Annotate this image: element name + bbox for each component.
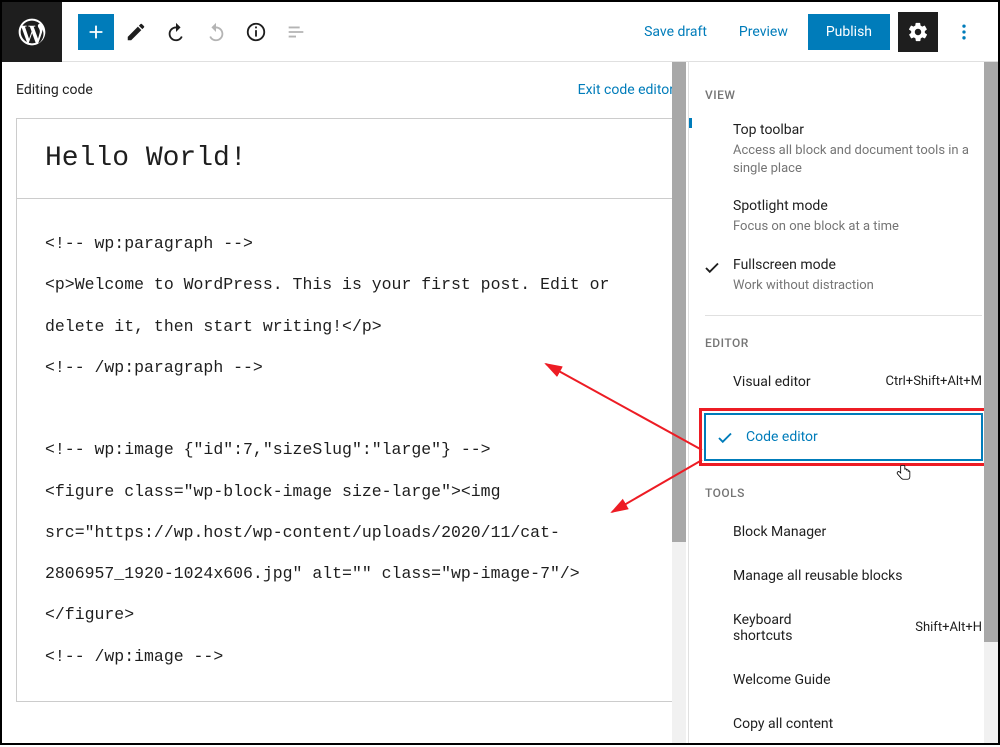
option-code-editor[interactable]: Code editor [704,413,983,461]
gear-icon [907,21,929,43]
option-desc: Work without distraction [733,277,982,295]
option-title: Spotlight mode [733,198,982,214]
check-icon [716,429,734,451]
option-fullscreen-mode[interactable]: Fullscreen mode Work without distraction [689,247,998,305]
option-title: Visual editor [733,374,811,390]
option-title: Code editor [746,429,818,445]
main-area: Editing code Exit code editor Hello Worl… [2,62,998,743]
options-sidebar: VIEW Top toolbar Access all block and do… [688,62,998,743]
option-top-toolbar[interactable]: Top toolbar Access all block and documen… [689,112,998,188]
post-code-body[interactable]: <!-- wp:paragraph --> <p>Welcome to Word… [17,199,673,701]
dots-vertical-icon [954,22,974,42]
list-icon [285,21,307,43]
divider [705,315,982,316]
editor-header: Editing code Exit code editor [2,62,688,118]
editing-code-label: Editing code [16,82,93,98]
toolbar-right-group: Save draft Preview Publish [632,12,998,52]
tools-section-title: TOOLS [689,476,998,510]
option-title: Manage all reusable blocks [733,568,903,584]
publish-button[interactable]: Publish [808,14,890,50]
option-reusable-blocks[interactable]: Manage all reusable blocks [689,554,998,598]
option-title: Top toolbar [733,122,982,138]
view-section-title: VIEW [689,78,998,112]
sidebar-scrollbar[interactable] [984,62,998,743]
plus-icon [85,21,107,43]
toolbar-left-group [62,14,314,50]
option-title: Welcome Guide [733,672,831,688]
more-options-button[interactable] [946,14,982,50]
undo-button[interactable] [158,14,194,50]
pencil-icon [125,21,147,43]
undo-icon [165,21,187,43]
option-block-manager[interactable]: Block Manager [689,510,998,554]
option-desc: Focus on one block at a time [733,218,982,236]
editor-section-title: EDITOR [689,326,998,360]
info-icon [245,21,267,43]
option-spotlight-mode[interactable]: Spotlight mode Focus on one block at a t… [689,188,998,246]
preview-button[interactable]: Preview [727,16,800,48]
add-block-button[interactable] [78,14,114,50]
outline-button[interactable] [278,14,314,50]
option-keyboard-shortcuts[interactable]: Keyboard shortcuts Shift+Alt+H [689,598,998,658]
post-title-input[interactable]: Hello World! [17,119,673,199]
option-desc: Access all block and document tools in a… [733,142,982,178]
code-editor-area[interactable]: Hello World! <!-- wp:paragraph --> <p>We… [16,118,674,702]
option-title: Keyboard shortcuts [733,612,823,644]
redo-icon [205,21,227,43]
check-icon [703,259,721,281]
save-draft-button[interactable]: Save draft [632,16,719,48]
wordpress-icon [16,16,48,48]
shortcut-label: Ctrl+Shift+Alt+M [886,374,982,389]
option-title: Fullscreen mode [733,257,982,273]
top-toolbar: Save draft Preview Publish [2,2,998,62]
settings-button[interactable] [898,12,938,52]
option-title: Copy all content [733,716,833,732]
redo-button[interactable] [198,14,234,50]
edit-mode-button[interactable] [118,14,154,50]
option-welcome-guide[interactable]: Welcome Guide [689,658,998,702]
option-title: Block Manager [733,524,826,540]
exit-code-editor-link[interactable]: Exit code editor [578,82,674,98]
option-copy-all[interactable]: Copy all content [689,702,998,743]
wordpress-logo[interactable] [2,2,62,62]
option-visual-editor[interactable]: Visual editor Ctrl+Shift+Alt+M [689,360,998,404]
editor-scrollbar[interactable] [672,62,686,743]
option-code-editor-highlight: Code editor [699,408,988,466]
info-button[interactable] [238,14,274,50]
editor-pane: Editing code Exit code editor Hello Worl… [2,62,688,743]
shortcut-label: Shift+Alt+H [915,620,982,635]
